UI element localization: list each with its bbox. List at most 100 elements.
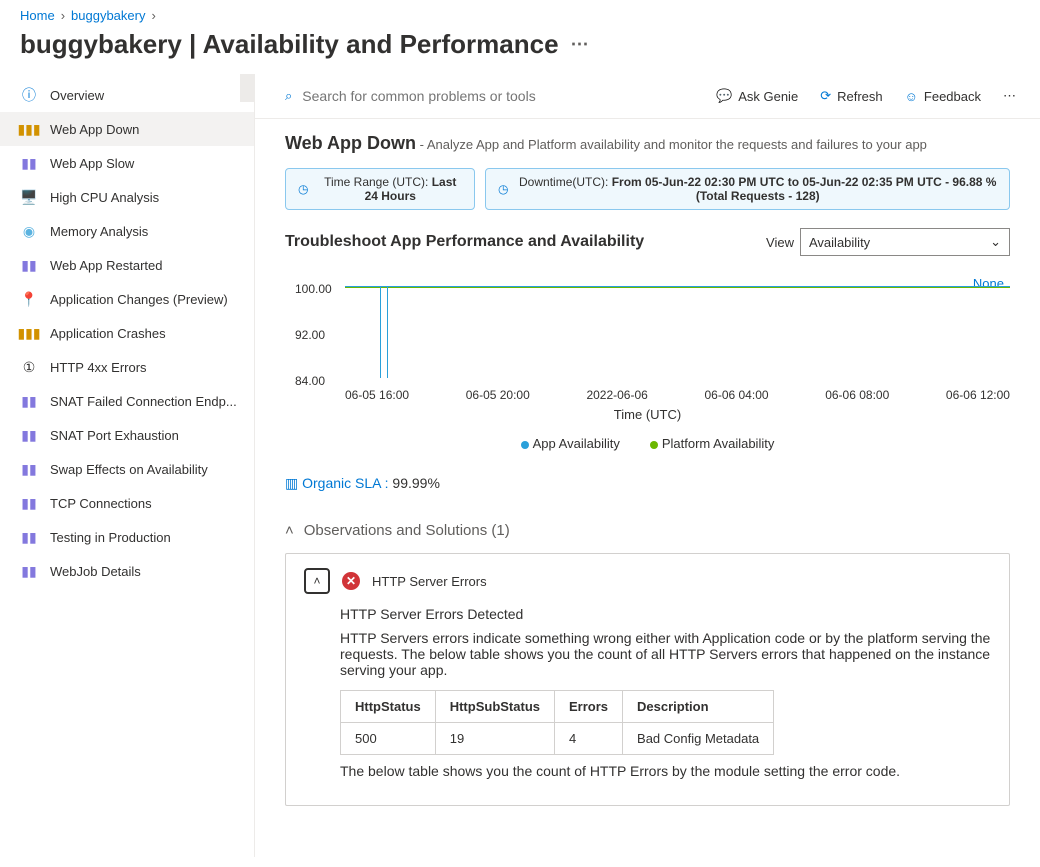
sidebar-item-tcp[interactable]: ▮▮ TCP Connections: [0, 486, 254, 520]
view-label: View: [766, 235, 794, 250]
sidebar-item-webjob[interactable]: ▮▮ WebJob Details: [0, 554, 254, 588]
sidebar-item-memory[interactable]: ◉ Memory Analysis: [0, 214, 254, 248]
toolbar: ⌕ 💬 Ask Genie ⟳ Refresh ☺ Feedback ⋯: [255, 74, 1040, 119]
sidebar-item-label: SNAT Port Exhaustion: [50, 428, 179, 443]
availability-chart: None 100.00 92.00 84.00 06-05 16:00 06-0…: [285, 270, 1010, 430]
sidebar-item-label: Overview: [50, 88, 104, 103]
table-row: 500 19 4 Bad Config Metadata: [341, 723, 774, 755]
sidebar-item-label: Application Changes (Preview): [50, 292, 228, 307]
chevron-up-icon: ˄: [285, 522, 294, 539]
bar-chart-icon: ▮▮: [20, 562, 38, 580]
sla-row: ▥ Organic SLA : 99.99%: [285, 475, 1010, 492]
clock-icon: ◷: [498, 182, 508, 196]
chevron-up-icon: ˄: [313, 574, 320, 588]
search-wrap: ⌕: [285, 87, 700, 105]
sidebar-item-swap[interactable]: ▮▮ Swap Effects on Availability: [0, 452, 254, 486]
th: HttpSubStatus: [435, 691, 554, 723]
sidebar-item-snat-failed[interactable]: ▮▮ SNAT Failed Connection Endp...: [0, 384, 254, 418]
app-line: [345, 286, 1010, 287]
refresh-icon: ⟳: [820, 88, 831, 104]
th: Description: [623, 691, 774, 723]
sla-link[interactable]: Organic SLA :: [302, 475, 388, 491]
x-tick: 06-06 12:00: [946, 388, 1010, 402]
section-header: Web App Down - Analyze App and Platform …: [285, 133, 1010, 154]
chevron-right-icon: ›: [151, 8, 155, 23]
time-range-chip[interactable]: ◷ Time Range (UTC): Last 24 Hours: [285, 168, 475, 210]
x-axis: 06-05 16:00 06-05 20:00 2022-06-06 06-06…: [345, 388, 1010, 402]
x-tick: 06-06 08:00: [825, 388, 889, 402]
page-title: buggybakery | Availability and Performan…: [0, 27, 1040, 74]
ask-genie-button[interactable]: 💬 Ask Genie: [710, 84, 804, 108]
y-tick: 84.00: [295, 374, 325, 388]
breadcrumb-resource[interactable]: buggybakery: [71, 8, 145, 23]
bar-chart-icon: ▮▮: [20, 154, 38, 172]
chart-icon: ▥: [285, 475, 298, 491]
feedback-button[interactable]: ☺ Feedback: [899, 85, 987, 108]
bar-chart-icon: ▮▮: [20, 392, 38, 410]
th: Errors: [555, 691, 623, 723]
search-icon: ⌕: [285, 88, 292, 104]
th: HttpStatus: [341, 691, 436, 723]
sidebar-item-web-app-slow[interactable]: ▮▮ Web App Slow: [0, 146, 254, 180]
error-table: HttpStatus HttpSubStatus Errors Descript…: [340, 690, 774, 755]
x-tick: 06-06 04:00: [704, 388, 768, 402]
sidebar-item-label: TCP Connections: [50, 496, 152, 511]
error-footer: The below table shows you the count of H…: [340, 763, 991, 779]
sidebar-item-http4xx[interactable]: ① HTTP 4xx Errors: [0, 350, 254, 384]
error-card-title: HTTP Server Errors: [372, 574, 487, 589]
bar-chart-icon: ▮▮: [20, 460, 38, 478]
pin-icon: 📍: [20, 290, 38, 308]
monitor-icon: 🖥️: [20, 188, 38, 206]
dot-icon: [650, 441, 658, 449]
observations-heading[interactable]: ˄ Observations and Solutions (1): [285, 522, 1010, 539]
smile-icon: ☺: [905, 89, 918, 104]
sidebar-item-overview[interactable]: ⓘ Overview: [0, 78, 254, 112]
dot-icon: [521, 441, 529, 449]
refresh-label: Refresh: [837, 89, 883, 104]
sla-value: 99.99%: [392, 475, 439, 491]
sidebar-item-restarted[interactable]: ▮▮ Web App Restarted: [0, 248, 254, 282]
bar-chart-icon: ▮▮: [20, 528, 38, 546]
more-button[interactable]: ⋯: [997, 84, 1022, 108]
legend-app: App Availability: [521, 436, 620, 451]
sidebar-item-label: Swap Effects on Availability: [50, 462, 208, 477]
downtime-label: Downtime(UTC):: [519, 175, 612, 189]
y-tick: 92.00: [295, 328, 325, 342]
error-detected: HTTP Server Errors Detected: [340, 606, 991, 622]
time-range-label: Time Range (UTC):: [324, 175, 432, 189]
sidebar-item-crashes[interactable]: ▮▮▮ Application Crashes: [0, 316, 254, 350]
info-icon: ⓘ: [20, 86, 38, 104]
refresh-button[interactable]: ⟳ Refresh: [814, 84, 888, 108]
sidebar-item-label: WebJob Details: [50, 564, 141, 579]
downtime-value: From 05-Jun-22 02:30 PM UTC to 05-Jun-22…: [612, 175, 997, 203]
sidebar-item-label: HTTP 4xx Errors: [50, 360, 147, 375]
sidebar-item-snat-port[interactable]: ▮▮ SNAT Port Exhaustion: [0, 418, 254, 452]
breadcrumb-home[interactable]: Home: [20, 8, 55, 23]
y-tick: 100.00: [295, 282, 332, 296]
page-title-text: buggybakery | Availability and Performan…: [20, 29, 559, 60]
ellipsis-icon[interactable]: ⋯: [571, 34, 589, 55]
bar-chart-icon: ▮▮: [20, 256, 38, 274]
sidebar-item-label: Web App Slow: [50, 156, 134, 171]
sidebar-item-testing[interactable]: ▮▮ Testing in Production: [0, 520, 254, 554]
downtime-chip[interactable]: ◷ Downtime(UTC): From 05-Jun-22 02:30 PM…: [485, 168, 1010, 210]
search-input[interactable]: [300, 87, 700, 105]
collapse-button[interactable]: ˄: [304, 568, 330, 594]
sidebar-item-high-cpu[interactable]: 🖥️ High CPU Analysis: [0, 180, 254, 214]
error-desc: HTTP Servers errors indicate something w…: [340, 630, 991, 678]
sidebar-item-app-changes[interactable]: 📍 Application Changes (Preview): [0, 282, 254, 316]
bar-chart-icon: ▮▮: [20, 494, 38, 512]
sidebar-item-label: High CPU Analysis: [50, 190, 159, 205]
sidebar-item-label: SNAT Failed Connection Endp...: [50, 394, 237, 409]
x-label: Time (UTC): [285, 407, 1010, 422]
sidebar-item-label: Testing in Production: [50, 530, 171, 545]
troubleshoot-title: Troubleshoot App Performance and Availab…: [285, 233, 644, 251]
sidebar-item-web-app-down[interactable]: ▮▮▮ Web App Down: [0, 112, 254, 146]
view-select[interactable]: Availability ⌄: [800, 228, 1010, 256]
feedback-label: Feedback: [924, 89, 981, 104]
section-subtitle: - Analyze App and Platform availability …: [420, 137, 927, 152]
exclamation-circle-icon: ①: [20, 358, 38, 376]
chevron-down-icon: ⌄: [990, 234, 1001, 250]
td: Bad Config Metadata: [623, 723, 774, 755]
legend-platform: Platform Availability: [650, 436, 774, 451]
